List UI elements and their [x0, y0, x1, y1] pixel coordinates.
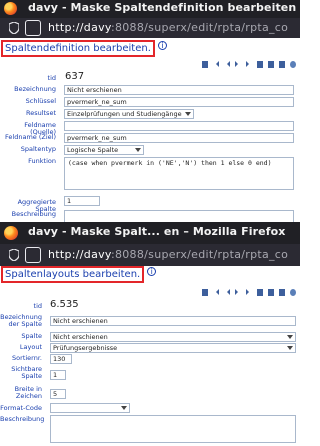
heading-highlight: Spaltenlayouts bearbeiten. [1, 266, 145, 283]
format-code-select[interactable] [50, 403, 130, 413]
last-record-icon[interactable] [246, 61, 252, 67]
save-icon[interactable] [202, 289, 208, 296]
layout-label: Layout [19, 343, 42, 351]
reload-icon[interactable] [290, 289, 296, 296]
record-toolbar [202, 289, 296, 296]
tid-value: 637 [65, 71, 85, 82]
window-title: davy - Maske Spalt... en – Mozilla Firef… [28, 225, 286, 238]
page-content: Spaltendefinition bearbeiten. i tid 637 B… [0, 38, 300, 222]
schluessel-label: Schlüssel [25, 97, 56, 105]
breite-input[interactable]: 5 [50, 389, 66, 399]
address-bar[interactable]: http://davy:8088/superx/edit/rpta/rpta_c… [0, 244, 300, 266]
bezeichnung-label: Bezeichnung der Spalte [0, 313, 42, 328]
url-text[interactable]: http://davy:8088/superx/edit/rpta/rpta_c… [48, 248, 288, 261]
previous-record-icon[interactable] [224, 61, 230, 67]
tid-label: tid [47, 74, 56, 82]
firefox-window-spaltendefinition: davy - Maske Spaltendefinition bearbeite… [0, 0, 300, 222]
tid-value: 6.535 [50, 299, 79, 310]
firefox-window-spaltenlayouts: davy - Maske Spalt... en – Mozilla Firef… [0, 222, 300, 446]
delete-icon[interactable] [268, 289, 274, 296]
feldname-quelle-input[interactable] [64, 121, 294, 131]
tid-label: tid [33, 302, 42, 310]
previous-record-icon[interactable] [224, 289, 230, 295]
format-code-label: Format-Code [0, 404, 42, 412]
aggregierte-spalte-input[interactable]: 1 [64, 196, 100, 206]
info-icon[interactable]: i [157, 41, 167, 50]
page-title: Spaltendefinition bearbeiten. i [1, 40, 167, 57]
new-record-icon[interactable] [257, 289, 263, 296]
beschreibung-textarea[interactable] [64, 210, 294, 222]
sortiernr-input[interactable]: 130 [50, 354, 72, 364]
funktion-textarea[interactable]: (case when pvermerk in ('NE','N') then 1… [64, 157, 294, 190]
site-info-icon[interactable] [25, 247, 41, 263]
first-record-icon[interactable] [213, 61, 219, 67]
info-icon[interactable]: i [147, 267, 157, 276]
beschreibung-label: Beschreibung [11, 210, 56, 218]
last-record-icon[interactable] [246, 289, 252, 295]
sichtbare-spalte-label: Sichtbare Spalte [11, 365, 42, 380]
first-record-icon[interactable] [213, 289, 219, 295]
sortiernr-label: Sortiernr. [12, 354, 42, 362]
resultset-select[interactable]: Einzelprüfungen und Studiengänge [64, 109, 194, 119]
bezeichnung-input[interactable]: Nicht erschienen [50, 316, 296, 326]
firefox-icon [4, 226, 18, 240]
shield-icon[interactable] [9, 249, 19, 261]
schluessel-input[interactable]: pvermerk_ne_sum [64, 97, 294, 107]
feldname-ziel-input[interactable]: pvermerk_ne_sum [64, 133, 294, 143]
feldname-ziel-label: Feldname (Ziel) [5, 133, 56, 141]
window-titlebar: davy - Maske Spalt... en – Mozilla Firef… [0, 222, 300, 244]
shield-icon[interactable] [9, 22, 19, 34]
site-info-icon[interactable] [25, 20, 41, 36]
spaltentyp-select[interactable]: Logische Spalte [64, 145, 144, 155]
breite-label: Breite in Zeichen [14, 385, 42, 400]
record-toolbar [202, 61, 296, 68]
delete-icon[interactable] [268, 61, 274, 68]
bezeichnung-label: Bezeichnung [14, 85, 56, 93]
resultset-label: Resultset [25, 109, 56, 117]
copy-icon[interactable] [279, 61, 285, 68]
beschreibung-textarea[interactable] [50, 415, 296, 443]
next-record-icon[interactable] [235, 61, 241, 67]
save-icon[interactable] [202, 61, 208, 68]
heading-highlight: Spaltendefinition bearbeiten. [1, 40, 155, 57]
firefox-icon [4, 2, 17, 15]
page-content: Spaltenlayouts bearbeiten. i tid 6.535 Be… [0, 266, 300, 446]
page-title: Spaltenlayouts bearbeiten. i [1, 266, 157, 283]
funktion-label: Funktion [28, 157, 56, 165]
bezeichnung-input[interactable]: Nicht erschienen [64, 85, 294, 95]
next-record-icon[interactable] [235, 289, 241, 295]
spalte-select[interactable]: Nicht erschienen [50, 332, 296, 342]
address-bar[interactable]: http://davy:8088/superx/edit/rpta/rpta_c… [0, 18, 300, 38]
url-text[interactable]: http://davy:8088/superx/edit/rpta/rpta_c… [48, 21, 288, 34]
window-titlebar: davy - Maske Spaltendefinition bearbeite… [0, 0, 300, 18]
spalte-label: Spalte [21, 332, 42, 340]
new-record-icon[interactable] [257, 61, 263, 68]
sichtbare-spalte-input[interactable]: 1 [50, 370, 66, 380]
window-title: davy - Maske Spaltendefinition bearbeite… [28, 1, 300, 14]
copy-icon[interactable] [279, 289, 285, 296]
spaltentyp-label: Spaltentyp [20, 145, 56, 153]
beschreibung-label: Beschreibung [0, 415, 45, 423]
layout-select[interactable]: Prüfungsergebnisse [50, 343, 296, 353]
reload-icon[interactable] [290, 61, 296, 68]
